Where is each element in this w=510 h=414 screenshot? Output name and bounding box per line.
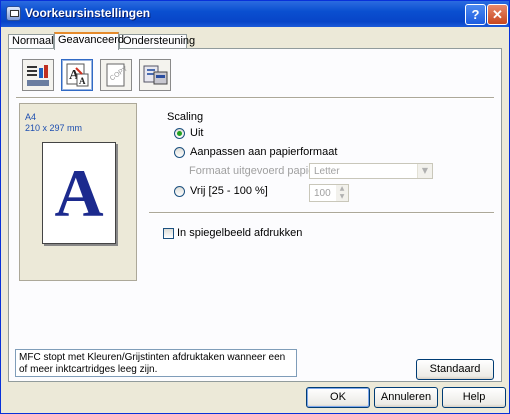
tab-ondersteuning[interactable]: Ondersteuning [119,34,195,48]
sample-letter: A [54,155,104,231]
printer-settings-icon [6,6,21,21]
standaard-button[interactable]: Standaard [416,359,494,380]
svg-text:A: A [79,76,86,86]
tab-panel: AA COPY A4 210 x 297 mm A Scaling Uit Aa… [8,48,502,382]
paper-size: 210 x 297 mm [25,123,83,133]
free-scale-value: 100 [314,188,331,199]
mirror-checkbox-label[interactable]: In spiegelbeeld afdrukken [177,227,302,239]
paper-format-label: Formaat uitgevoerd papier [189,165,319,177]
help-button[interactable]: Help [442,387,506,408]
paper-format-value: Letter [314,166,340,177]
radio-uit[interactable] [174,128,185,139]
title-bar[interactable]: Voorkeursinstellingen ? ✕ [1,1,509,27]
cancel-button[interactable]: Annuleren [374,387,438,408]
copy-watermark-icon[interactable]: COPY [100,59,132,91]
status-message: MFC stopt met Kleuren/Grijstinten afdruk… [15,349,297,377]
paper-preview: A4 210 x 297 mm A [19,103,137,281]
paper-sheet: A [42,142,116,244]
help-titlebar-button[interactable]: ? [465,4,486,25]
radio-uit-label[interactable]: Uit [190,127,203,139]
options-divider [149,212,494,214]
radio-vrij-label[interactable]: Vrij [25 - 100 %] [190,185,268,197]
free-scale-stepper[interactable]: 100 ▲ ▼ [309,184,349,202]
chevron-down-icon[interactable]: ▼ [417,164,432,178]
scaling-title: Scaling [167,111,204,123]
device-options-icon[interactable] [139,59,171,91]
radio-aanpassen[interactable] [174,147,185,158]
header-divider [16,97,494,99]
tab-normaal[interactable]: Normaal [8,34,54,48]
paper-format-select[interactable]: Letter ▼ [309,163,433,179]
advanced-print-icon[interactable]: AA [61,59,93,91]
mirror-checkbox[interactable] [163,228,174,239]
window-title: Voorkeursinstellingen [25,6,151,20]
spin-down-icon[interactable]: ▼ [336,193,348,201]
ok-button[interactable]: OK [306,387,370,408]
paper-name: A4 [25,112,37,122]
dialog-window: Voorkeursinstellingen ? ✕ Normaal Geavan… [0,0,510,414]
paper-info: A4 210 x 297 mm [25,112,82,134]
tab-geavanceerd[interactable]: Geavanceerd [54,32,124,50]
basic-settings-icon[interactable] [22,59,54,91]
close-button[interactable]: ✕ [487,4,508,25]
radio-vrij[interactable] [174,186,185,197]
spin-up-icon[interactable]: ▲ [336,185,348,193]
radio-aanpassen-label[interactable]: Aanpassen aan papierformaat [190,146,337,158]
